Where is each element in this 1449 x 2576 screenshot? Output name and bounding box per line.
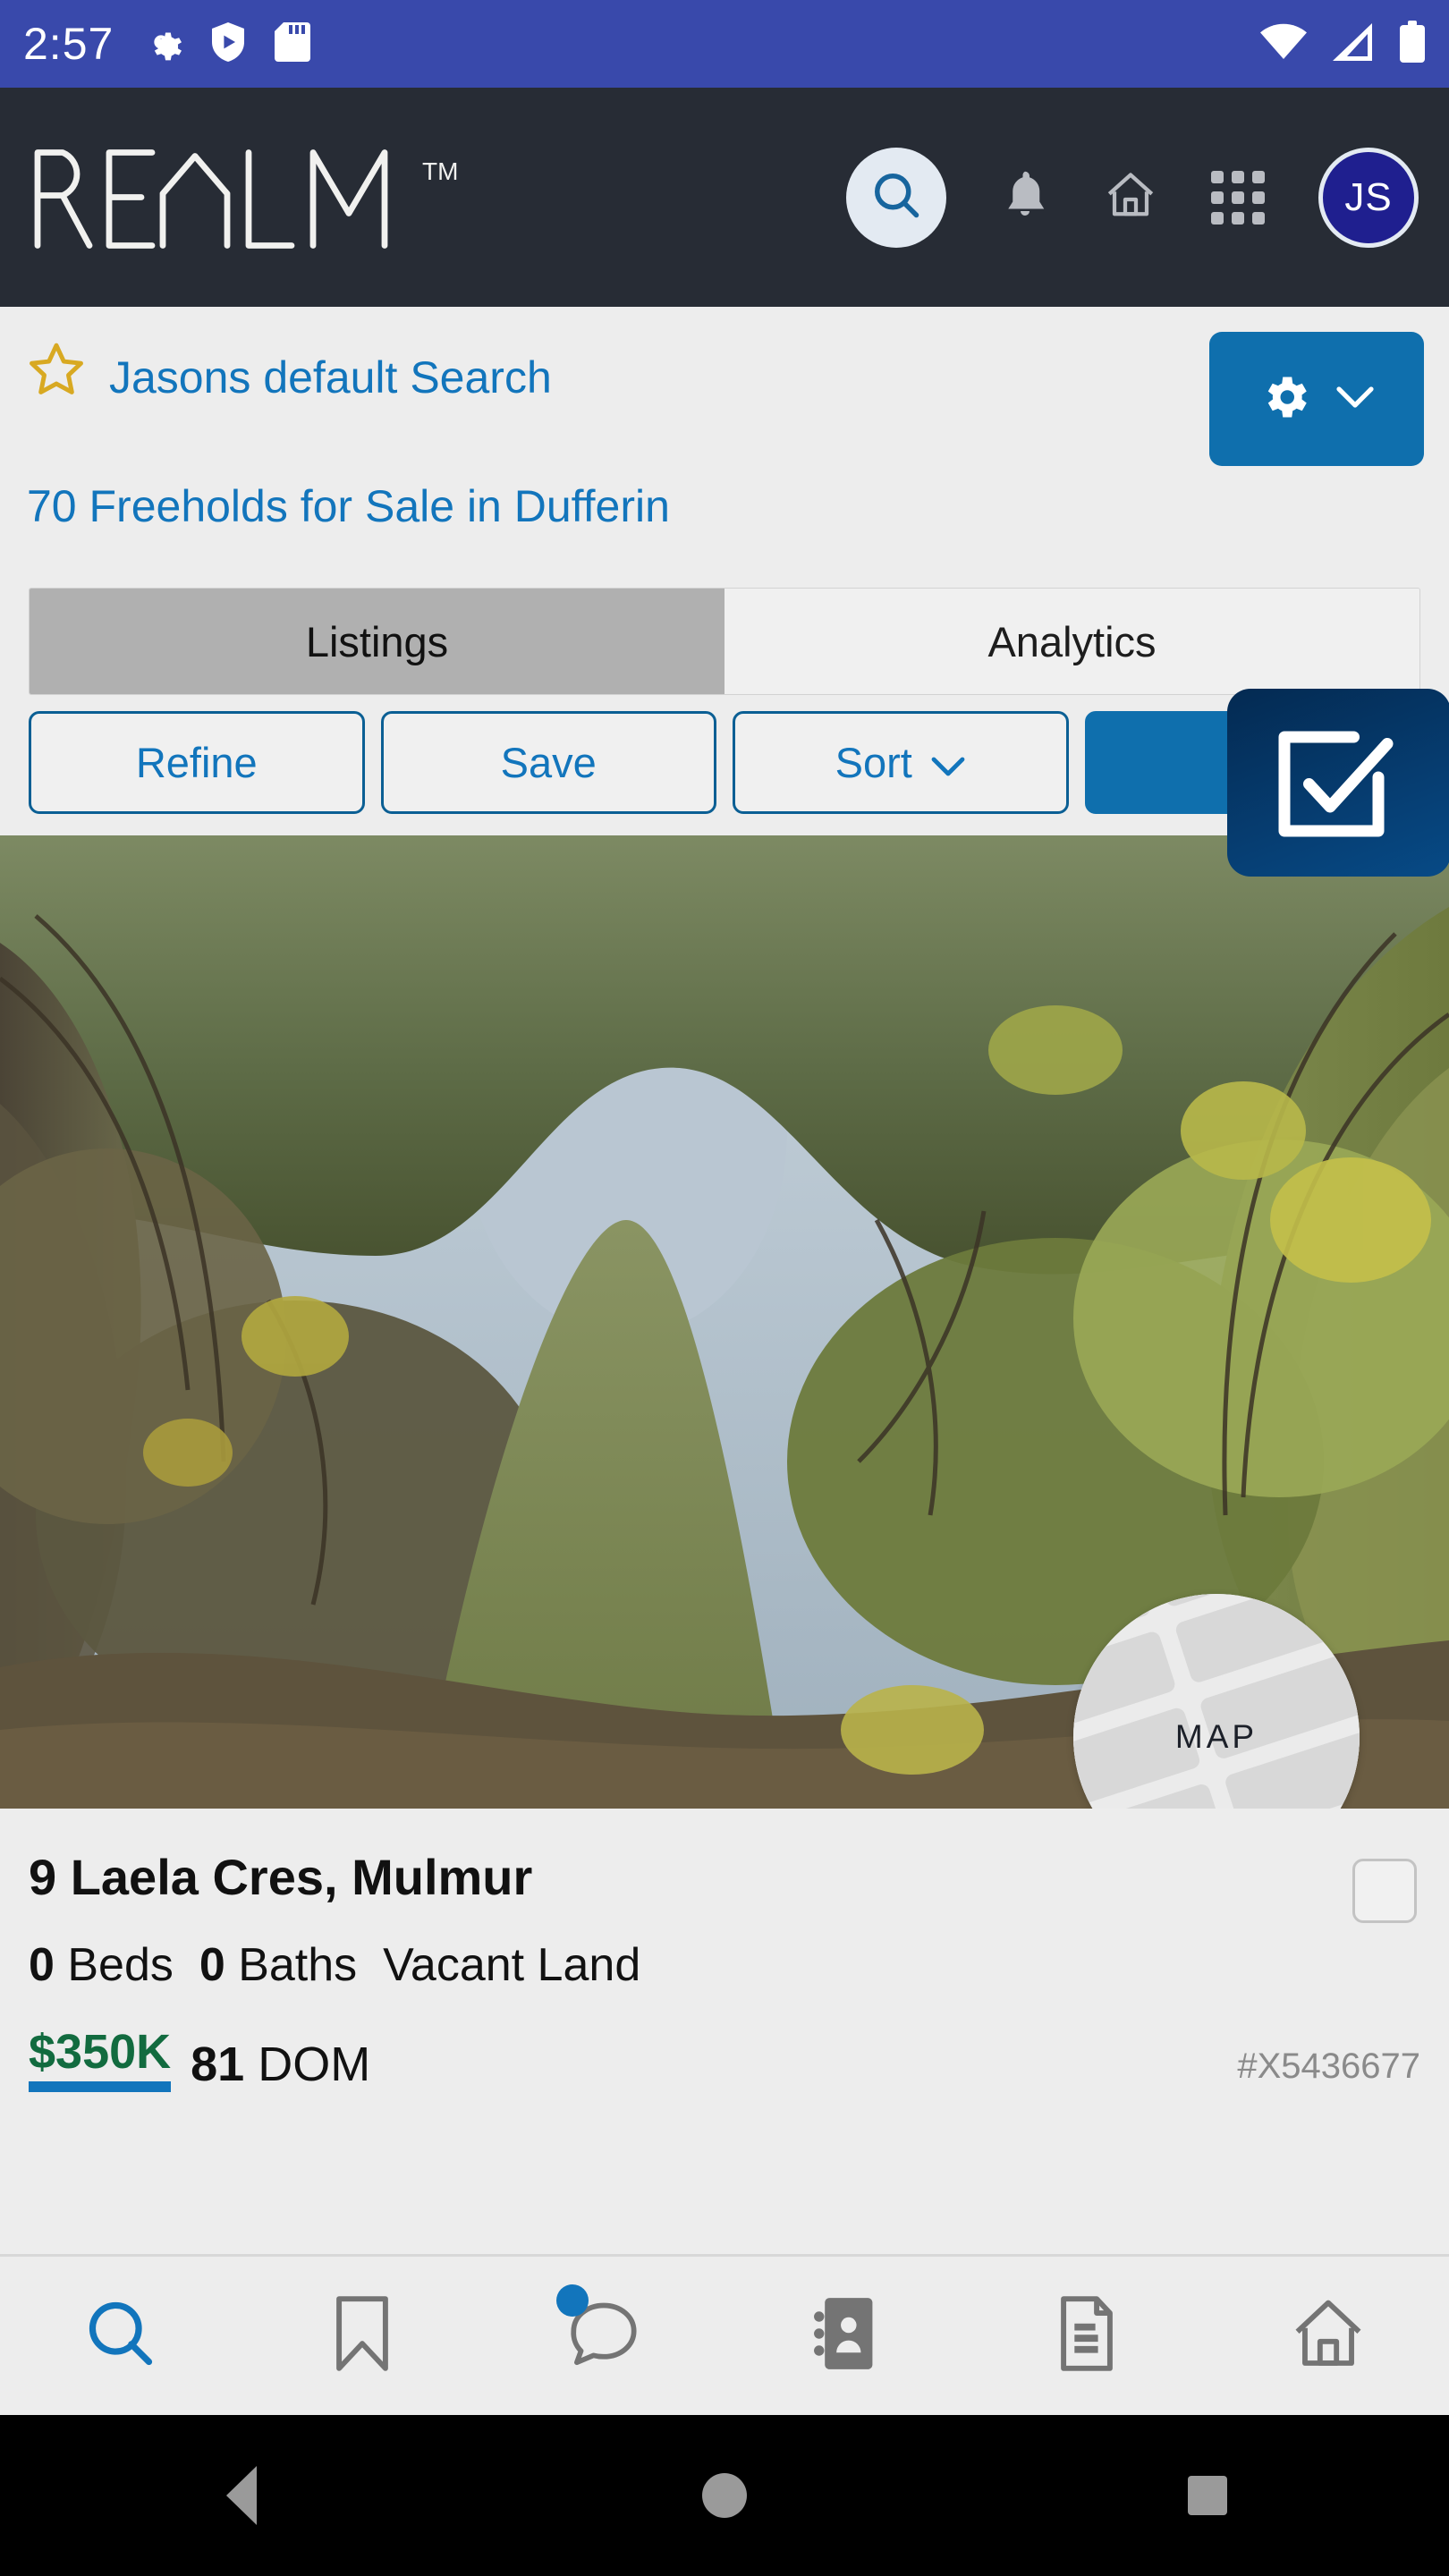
header-apps-button[interactable] — [1211, 170, 1265, 225]
avatar[interactable]: JS — [1318, 147, 1419, 248]
tab-listings-label: Listings — [305, 617, 449, 665]
bottom-nav-home[interactable] — [1261, 2274, 1395, 2399]
header-home-button[interactable] — [1104, 168, 1157, 226]
listing-specs: 0 Beds 0 Baths Vacant Land — [29, 1938, 1420, 1992]
status-bar-left: 2:57 — [23, 18, 311, 70]
android-recents-button[interactable] — [1154, 2442, 1261, 2549]
tab-analytics-label: Analytics — [987, 617, 1157, 665]
android-home-button[interactable] — [671, 2442, 778, 2549]
sort-button[interactable]: Sort — [733, 711, 1069, 814]
android-nav-bar — [0, 2415, 1449, 2576]
header-notifications-button[interactable] — [1000, 168, 1050, 226]
header-search-button[interactable] — [846, 147, 946, 248]
app-header: TM JS — [0, 88, 1449, 307]
bottom-nav-search[interactable] — [54, 2274, 188, 2399]
save-button[interactable]: Save — [380, 711, 716, 814]
saved-search-row: Jasons default Search — [0, 307, 1449, 466]
header-icon-group: JS — [846, 88, 1419, 307]
messages-badge-dot — [556, 2284, 589, 2317]
bookmark-icon — [329, 2293, 395, 2378]
refine-button[interactable]: Refine — [29, 711, 365, 814]
refine-label: Refine — [135, 739, 258, 786]
star-outline-icon[interactable] — [27, 339, 86, 402]
listing-dom: 81 DOM — [191, 2037, 370, 2092]
sort-label: Sort — [835, 739, 912, 786]
android-back-button[interactable] — [188, 2442, 295, 2549]
chevron-down-icon — [930, 738, 966, 787]
gear-icon — [140, 21, 182, 67]
document-icon — [1054, 2292, 1120, 2379]
bell-icon — [1000, 171, 1050, 225]
sd-card-icon — [275, 21, 311, 68]
gear-icon — [1258, 370, 1312, 428]
search-icon — [82, 2295, 159, 2377]
listing-meta: $350K 81 DOM — [29, 2024, 1420, 2092]
bottom-nav-contacts[interactable] — [778, 2274, 912, 2399]
bottom-nav-messages[interactable] — [537, 2274, 671, 2399]
save-label: Save — [500, 739, 597, 786]
avatar-initials: JS — [1344, 174, 1393, 219]
realm-logo[interactable]: TM — [30, 141, 458, 253]
checkbox-checked-icon — [1267, 719, 1401, 858]
bottom-nav-documents[interactable] — [1020, 2274, 1154, 2399]
apps-grid-icon — [1211, 170, 1265, 225]
tab-bar: Listings Analytics — [29, 588, 1420, 695]
listing-dom-label: DOM — [258, 2038, 371, 2091]
home-icon — [1104, 173, 1157, 225]
triangle-back-icon — [226, 2466, 257, 2525]
listing-dom-value: 81 — [191, 2038, 245, 2091]
select-mode-overlay[interactable] — [1227, 689, 1449, 877]
trademark-mark: TM — [422, 157, 459, 185]
action-button-row: Refine Save Sort — [29, 711, 1420, 814]
listing-address[interactable]: 9 Laela Cres, Mulmur — [29, 1848, 1420, 1906]
search-settings-button[interactable] — [1209, 332, 1424, 466]
shield-play-icon — [208, 21, 248, 68]
status-bar: 2:57 — [0, 0, 1449, 88]
status-bar-clock: 2:57 — [23, 19, 114, 69]
home-icon — [1289, 2294, 1368, 2377]
listing-select-checkbox[interactable] — [1352, 1859, 1417, 1923]
listing-photo[interactable]: MAP — [0, 835, 1449, 1809]
saved-search-title[interactable]: Jasons default Search — [109, 352, 552, 403]
map-button-label: MAP — [1174, 1718, 1258, 1755]
square-recents-icon — [1188, 2476, 1227, 2515]
tab-listings[interactable]: Listings — [30, 589, 724, 694]
cell-signal-icon — [1331, 21, 1376, 67]
listing-mls-id: #X5436677 — [1237, 2046, 1420, 2086]
listing-baths-label: Baths — [238, 1939, 358, 1991]
battery-icon — [1399, 20, 1426, 68]
status-bar-right — [1259, 0, 1426, 88]
search-icon — [869, 168, 923, 226]
circle-home-icon — [702, 2473, 747, 2518]
wifi-icon — [1259, 21, 1308, 67]
tab-analytics[interactable]: Analytics — [724, 589, 1419, 694]
listing-beds-count: 0 — [29, 1939, 55, 1991]
listing-property-type: Vacant Land — [383, 1939, 641, 1991]
bottom-nav-saved[interactable] — [295, 2274, 429, 2399]
map-street-grid-icon — [1073, 1594, 1360, 1809]
listing-baths-count: 0 — [199, 1939, 225, 1991]
listing-info: 9 Laela Cres, Mulmur 0 Beds 0 Baths Vaca… — [0, 1809, 1449, 2092]
chevron-down-icon — [1335, 384, 1375, 415]
listing-price: $350K — [29, 2024, 172, 2092]
map-button[interactable]: MAP — [1073, 1594, 1360, 1809]
bottom-nav — [0, 2254, 1449, 2415]
address-book-icon — [811, 2292, 879, 2379]
listing-beds-label: Beds — [67, 1939, 174, 1991]
